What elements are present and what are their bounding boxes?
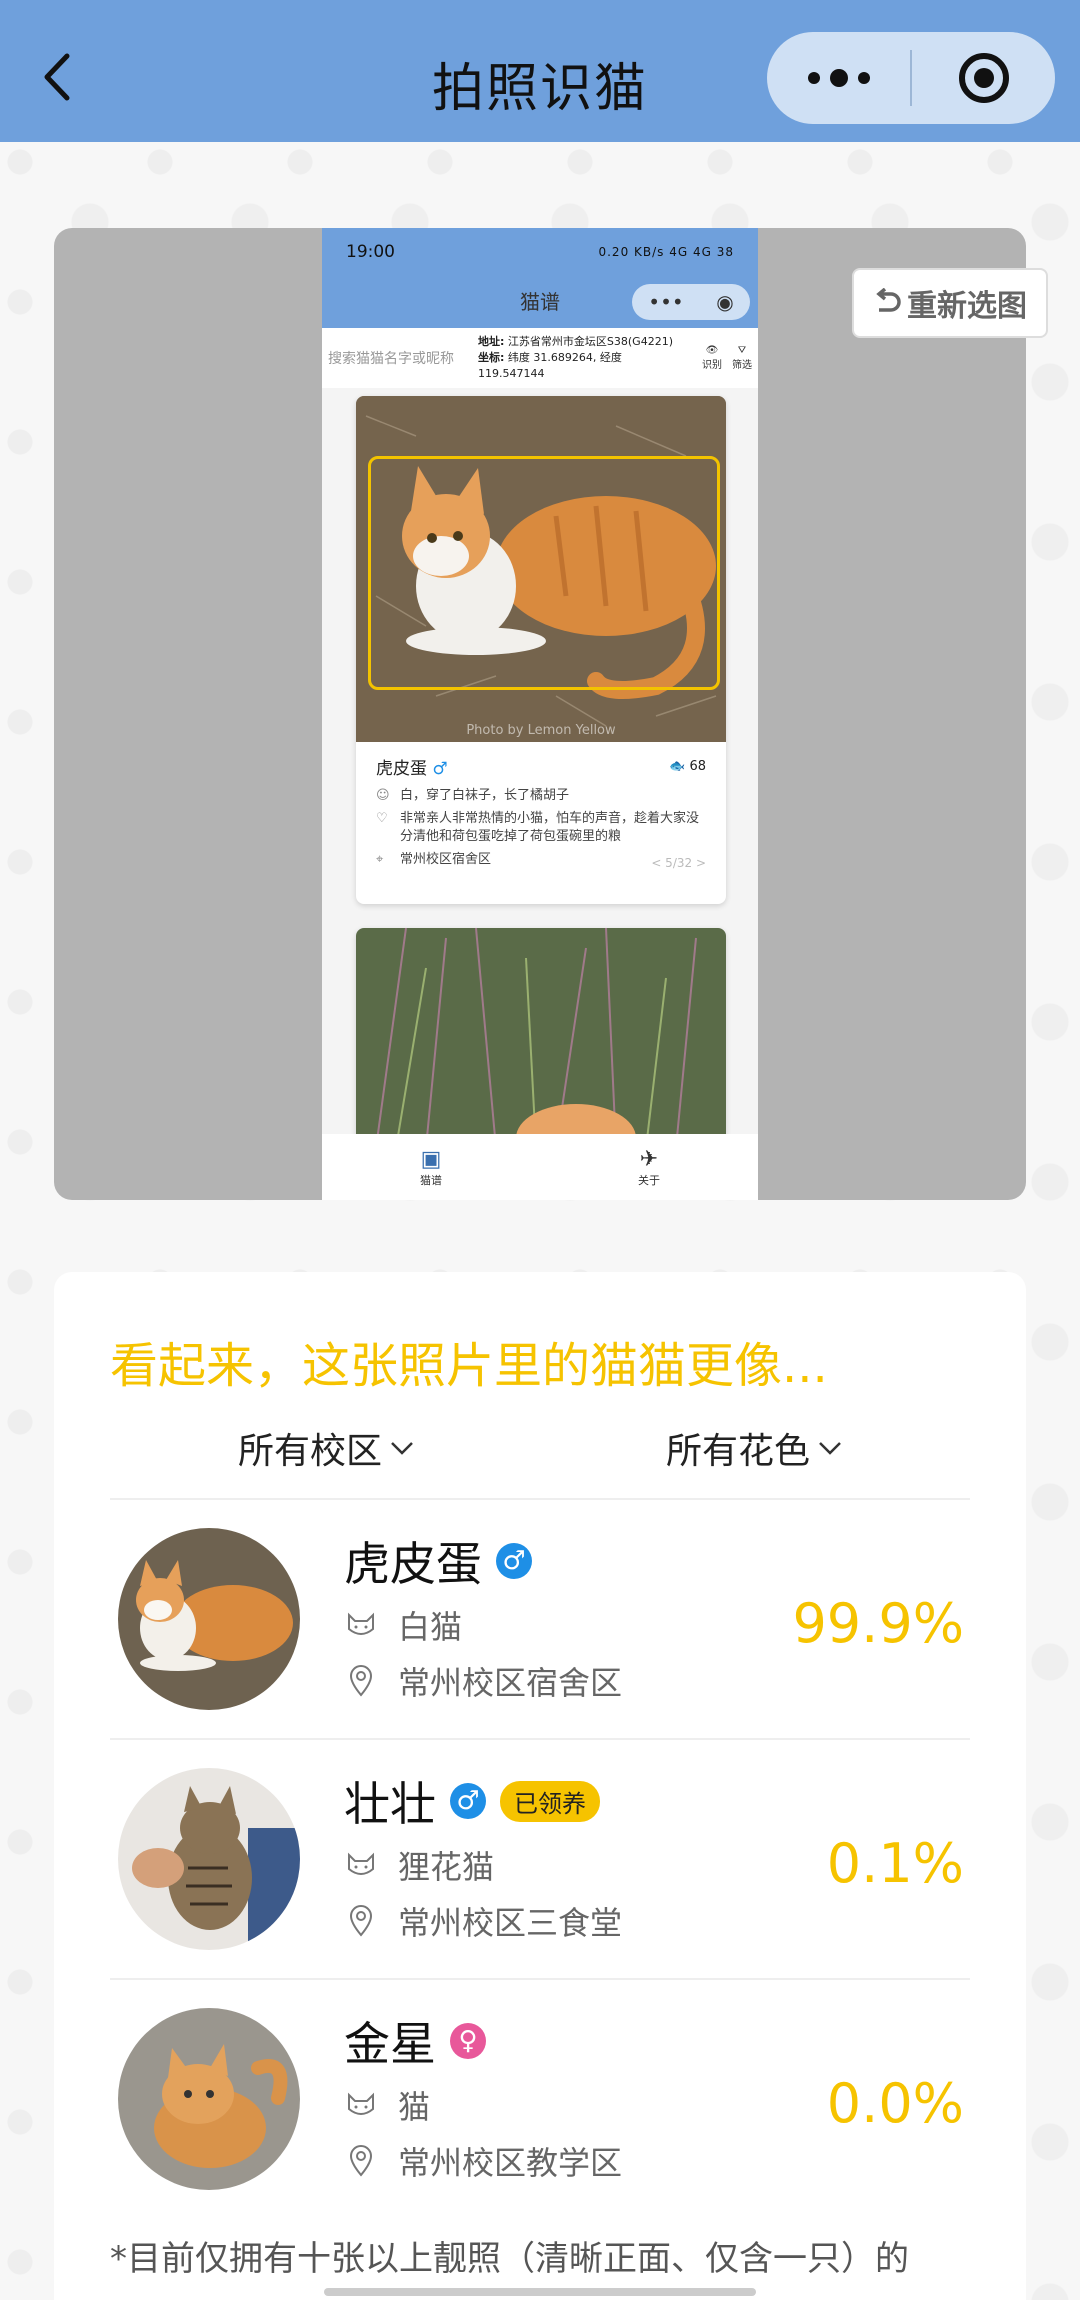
reselect-image-button[interactable]: 重新选图 [852,268,1048,338]
screenshot-status-bar: 19:00 0.20 KB/s 4G 4G 38 [322,228,758,276]
status-indicators: 0.20 KB/s 4G 4G 38 [598,245,734,259]
cat-coat-color: 猫 [344,2082,430,2128]
cat-location: 常州校区三食堂 [344,1898,622,1944]
avatar [118,1528,300,1710]
location-pin-icon [344,2145,378,2177]
status-time: 19:00 [346,242,395,262]
screenshot-search-row: 搜索猫猫名字或昵称 地址: 江苏省常州市金坛区S38(G4221) 坐标: 纬度… [322,328,758,388]
screenshot-search: 搜索猫猫名字或昵称 [328,351,454,367]
chevron-down-icon [819,1442,841,1455]
male-icon: ♂ [496,1543,532,1579]
reselect-label: 重新选图 [907,289,1027,324]
confidence-score: 0.1% [826,1832,964,1895]
cat-catalog-icon: ▣ [420,1146,442,1172]
uploaded-photo-preview[interactable]: 19:00 0.20 KB/s 4G 4G 38 猫谱 ••• ◉ 搜索猫猫名字… [54,228,1026,1200]
target-circle-icon: ◉ [716,290,734,314]
male-icon: ♂ [432,759,448,779]
cat-name: 虎皮蛋 ♂ [344,1528,532,1594]
chevron-down-icon [391,1442,413,1455]
screenshot-location-popup: 地址: 江苏省常州市金坛区S38(G4221) 坐标: 纬度 31.689264… [478,335,673,380]
filter-icon: ⛛ [737,345,747,356]
cat-name: 壮壮 ♂ 已领养 [344,1768,600,1834]
cat-name: 金星 ♀ [344,2008,486,2074]
screenshot-nav-title: 猫谱 [520,290,560,314]
screenshot-capsule: ••• ◉ [632,284,750,320]
screenshot-cat-card: Photo by Lemon Yellow 虎皮蛋 ♂ 🐟 68 ☺ 白，穿了白袜… [356,396,726,904]
male-icon: ♂ [450,1783,486,1819]
nav-bar: 拍照识猫 [0,0,1080,142]
screenshot-tab-bar: ▣ 猫谱 ✈ 关于 [322,1134,758,1200]
cat-face-icon [344,1611,378,1639]
cat-face-icon [344,1851,378,1879]
footnote: *目前仅拥有十张以上靓照（清晰正面、仅含一只）的 [110,2239,909,2279]
mini-program-capsule [767,32,1055,124]
location-pin-icon [344,1665,378,1697]
avatar [118,1768,300,1950]
female-icon: ♀ [450,2023,486,2059]
confidence-score: 0.0% [826,2072,964,2135]
confidence-score: 99.9% [792,1592,964,1655]
cat-face-icon: ☺ [376,788,390,803]
cat-coat-color: 狸花猫 [344,1842,494,1888]
recognition-results-card: 看起来，这张照片里的猫猫更像... 所有校区 所有花色 虎皮蛋 ♂ 白猫 常州校… [54,1272,1026,2300]
screenshot-next-card [356,928,726,1148]
screenshot-cat-name: 虎皮蛋 [376,759,427,779]
screenshot-nav: 猫谱 ••• ◉ [322,276,758,328]
detection-bounding-box [368,456,720,690]
results-title: 看起来，这张照片里的猫猫更像... [110,1338,828,1394]
cat-coat-color: 白猫 [344,1602,462,1648]
screenshot-content: 19:00 0.20 KB/s 4G 4G 38 猫谱 ••• ◉ 搜索猫猫名字… [322,228,758,1200]
campus-filter-dropdown[interactable]: 所有校区 [238,1422,414,1474]
more-button[interactable] [767,32,910,124]
home-indicator[interactable] [324,2288,756,2296]
fish-bone-icon: ✈ [639,1146,659,1172]
screenshot-cat-photo: Photo by Lemon Yellow [356,396,726,742]
cat-result-row[interactable]: 虎皮蛋 ♂ 白猫 常州校区宿舍区 99.9% [110,1500,970,1740]
more-dots-icon: ••• [648,290,684,314]
location-pin-icon: ⌖ [376,852,384,867]
undo-arrow-icon [876,288,901,312]
cat-result-row[interactable]: 金星 ♀ 猫 常州校区教学区 0.0% [110,1980,970,2220]
eye-icon: 👁 [705,345,719,356]
screenshot-tools: 👁 识别 ⛛ 筛选 [702,345,752,371]
cat-location: 常州校区宿舍区 [344,1658,622,1704]
screenshot-cat-info: 虎皮蛋 ♂ 🐟 68 ☺ 白，穿了白袜子，长了橘胡子 ♡ 非常亲人非常热情的小猫，怕… [376,759,706,870]
grass-photo [356,928,726,1148]
coat-color-filter-dropdown[interactable]: 所有花色 [666,1422,842,1474]
location-pin-icon [344,1905,378,1937]
photo-credit: Photo by Lemon Yellow [466,723,616,738]
adopted-badge: 已领养 [500,1780,600,1822]
cat-result-row[interactable]: 壮壮 ♂ 已领养 狸花猫 常州校区三食堂 0.1% [110,1740,970,1980]
target-circle-icon [958,53,1009,103]
heart-icon: ♡ [376,811,388,826]
avatar [118,2008,300,2190]
close-program-button[interactable] [912,32,1055,124]
more-dots-icon [807,69,870,87]
cat-face-icon [344,2091,378,2119]
cat-location: 常州校区教学区 [344,2138,622,2184]
fish-icon: 🐟 [669,759,686,774]
